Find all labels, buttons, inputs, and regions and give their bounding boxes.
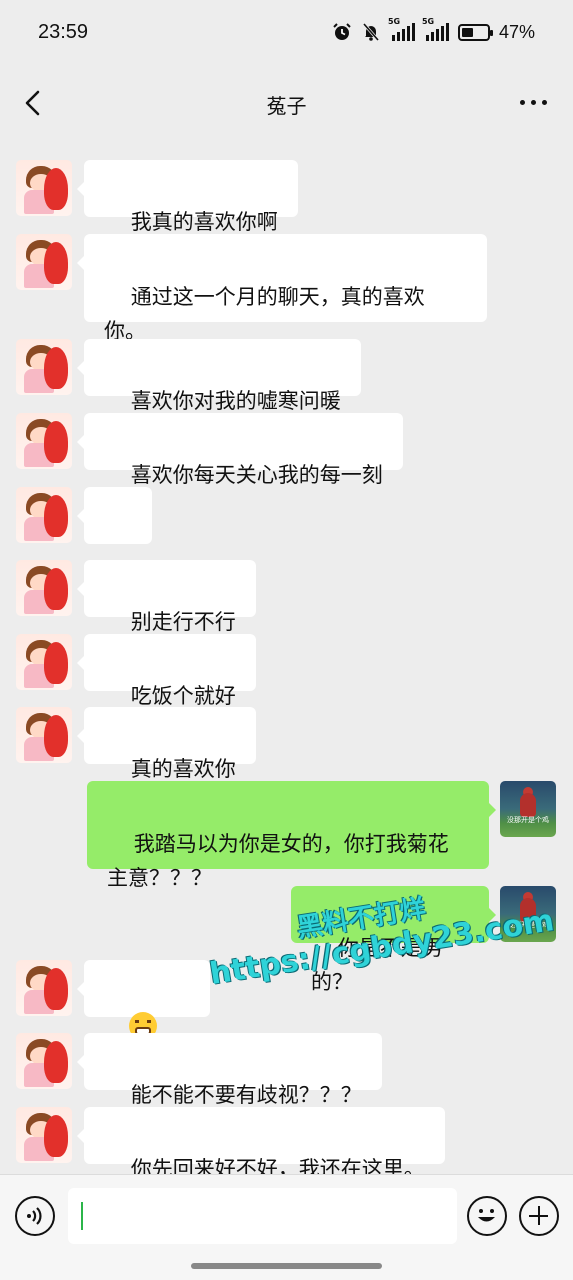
message-input[interactable] — [68, 1188, 457, 1244]
contact-avatar[interactable] — [16, 487, 72, 543]
avatar-caption: 没那开是个鸡 — [507, 921, 549, 929]
message-text: 我踏马以为你是女的，你打我菊花 主意？？？ — [107, 832, 449, 890]
message-text: 能不能不要有歧视？？？ — [130, 1083, 362, 1107]
message-bubble-outgoing[interactable]: 我踏马以为你是女的，你打我菊花 主意？？？ — [87, 781, 496, 890]
avatar-caption: 没那开是个鸡 — [507, 816, 549, 824]
voice-icon[interactable] — [15, 1196, 55, 1236]
plus-circle-icon[interactable] — [519, 1196, 559, 1236]
message-bubble[interactable]: 真的喜欢你 — [77, 707, 256, 781]
message-text: 别走行不行 — [130, 610, 236, 634]
message-text: 吃饭个就好 — [130, 684, 236, 708]
emoji-icon[interactable] — [467, 1196, 507, 1236]
signal-5g-icon: 5G — [388, 17, 415, 41]
my-avatar[interactable]: 没那开是个鸡 — [500, 781, 556, 837]
message-bubble[interactable]: 通过这一个月的聊天，真的喜欢 你。 — [77, 234, 487, 343]
chat-title: 菟子 — [266, 93, 307, 118]
battery-icon — [457, 23, 493, 41]
message-text: 你是不是男的？ — [311, 936, 443, 994]
status-icons: 5G 5G 47% — [332, 17, 535, 43]
message-text: 真的喜欢你 — [130, 757, 236, 781]
my-avatar[interactable]: 没那开是个鸡 — [500, 886, 556, 942]
signal-5g-icon-2: 5G — [422, 17, 449, 41]
message-bubble[interactable]: 喜欢你每天关心我的每一刻 — [77, 413, 403, 487]
contact-avatar[interactable] — [16, 413, 72, 469]
chat-header: 菟子 — [0, 64, 573, 144]
battery-percent: 47% — [498, 21, 535, 42]
message-text: 通过这一个月的聊天，真的喜欢 你。 — [104, 285, 425, 343]
contact-avatar[interactable] — [16, 560, 72, 616]
message-bubble[interactable]: 吃饭个就好 — [77, 634, 256, 708]
mute-icon — [362, 23, 380, 41]
status-time: 23:59 — [38, 20, 89, 43]
contact-avatar[interactable] — [16, 339, 72, 395]
message-bubble[interactable]: 我真的喜欢你啊 — [77, 160, 298, 234]
message-text: 喜欢你每天关心我的每一刻 — [130, 463, 383, 487]
contact-avatar[interactable] — [16, 634, 72, 690]
home-indicator[interactable] — [191, 1263, 382, 1269]
message-bubble[interactable]: 你先回来好不好，我还在这里。 — [77, 1107, 445, 1181]
message-bubble[interactable]: 能不能不要有歧视？？？ — [77, 1033, 382, 1107]
contact-avatar[interactable] — [16, 160, 72, 216]
network-type-label-2: 5G — [421, 17, 435, 26]
more-dots-icon[interactable] — [520, 100, 547, 105]
text-caret — [81, 1202, 83, 1230]
contact-avatar[interactable] — [16, 234, 72, 290]
alarm-icon — [333, 23, 351, 40]
message-bubble-outgoing[interactable]: 你是不是男的？ — [291, 886, 496, 994]
network-type-label: 5G — [387, 17, 401, 26]
chevron-left-icon[interactable] — [22, 90, 46, 116]
message-bubble[interactable] — [77, 960, 210, 1074]
message-text: 我真的喜欢你啊 — [130, 210, 278, 234]
contact-avatar[interactable] — [16, 707, 72, 763]
contact-avatar[interactable] — [16, 1033, 72, 1089]
message-bubble[interactable]: 别走行不行 — [77, 560, 256, 634]
contact-avatar[interactable] — [16, 960, 72, 1016]
message-bubble[interactable]: 喜欢你对我的嘘寒问暖 — [77, 339, 361, 413]
contact-avatar[interactable] — [16, 1107, 72, 1163]
status-bar: 23:59 5G 5G 47% — [0, 0, 573, 64]
message-bubble[interactable] — [77, 487, 152, 601]
message-text: 喜欢你对我的嘘寒问暖 — [130, 389, 341, 413]
